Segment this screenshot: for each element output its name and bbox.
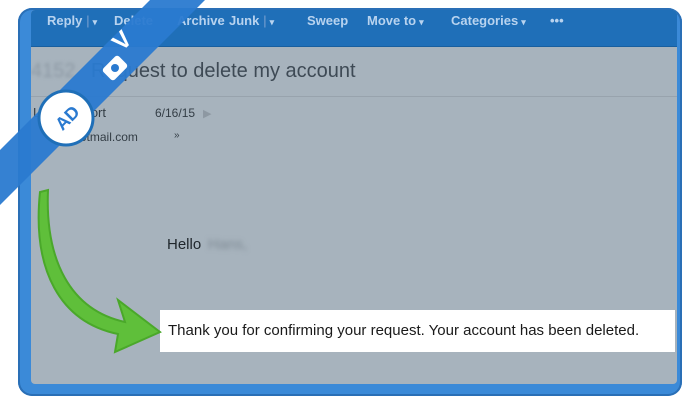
sender-email[interactable]: @hotmail.com xyxy=(61,130,138,144)
chevron-down-icon[interactable]: » xyxy=(174,130,180,141)
sweep-button[interactable]: Sweep xyxy=(307,13,348,28)
archive-button[interactable]: Archive xyxy=(177,13,225,28)
flag-icon[interactable]: ▶ xyxy=(203,107,211,120)
categories-button[interactable]: Categories ▾ xyxy=(451,13,526,28)
more-button[interactable]: ••• xyxy=(550,13,564,28)
email-subject: Request to delete my account xyxy=(91,60,356,82)
confirmation-message: Thank you for confirming your request. Y… xyxy=(168,322,640,339)
reply-button[interactable]: Reply | ▾ xyxy=(47,13,97,28)
greeting-name-blurred: Hans, xyxy=(208,236,248,253)
sender-name[interactable]: Live Support xyxy=(33,105,106,120)
mail-toolbar: Reply | ▾ Delete Archive Junk | ▾ Sweep Mo… xyxy=(31,10,677,47)
subject-id-blurred: 4152 xyxy=(31,60,76,82)
delete-button[interactable]: Delete xyxy=(114,13,153,28)
move-to-button[interactable]: Move to ▾ xyxy=(367,13,424,28)
greeting: Hello xyxy=(167,236,202,253)
email-date: 6/16/15 xyxy=(155,106,196,120)
header-divider xyxy=(31,96,677,97)
junk-button[interactable]: Junk | ▾ xyxy=(229,13,274,28)
